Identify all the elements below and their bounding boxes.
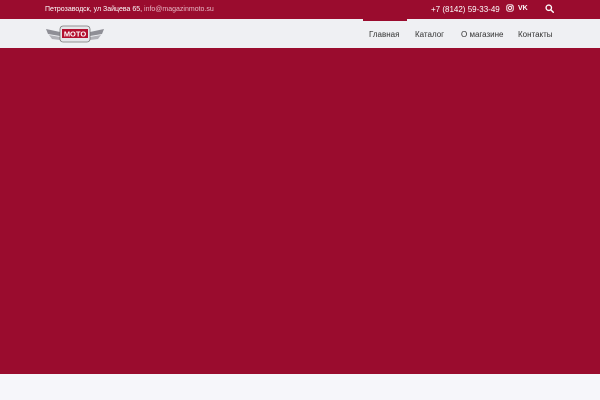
phone-link[interactable]: +7 (8142) 59-33-49 — [431, 5, 500, 14]
nav-item-label: Главная — [369, 30, 400, 39]
logo-text: MOTO — [64, 30, 87, 39]
nav-item-contacts[interactable]: Контакты — [512, 19, 560, 48]
nav-item-catalog[interactable]: Каталог — [409, 19, 453, 48]
moto-logo[interactable]: MOTO — [44, 23, 106, 45]
content-section — [0, 374, 600, 400]
search-icon[interactable] — [545, 4, 554, 13]
hero-banner — [0, 48, 600, 374]
top-bar: Петрозаводск, ул Зайцева 65, info@magazi… — [0, 0, 600, 19]
address-text: Петрозаводск, ул Зайцева 65, — [45, 6, 145, 13]
main-navbar: MOTO Главная Каталог О магазине Контакты — [0, 19, 600, 48]
nav-item-label: О магазине — [461, 30, 504, 39]
contact-info: Петрозаводск, ул Зайцева 65, info@magazi… — [45, 6, 214, 13]
nav-item-home[interactable]: Главная — [363, 19, 407, 48]
nav-item-about[interactable]: О магазине — [455, 19, 511, 48]
nav-item-label: Каталог — [415, 30, 445, 39]
email-link[interactable]: info@magazinmoto.su — [144, 6, 214, 13]
vk-icon[interactable]: VK — [518, 5, 528, 12]
nav-item-label: Контакты — [518, 30, 553, 39]
instagram-icon[interactable] — [506, 4, 514, 12]
